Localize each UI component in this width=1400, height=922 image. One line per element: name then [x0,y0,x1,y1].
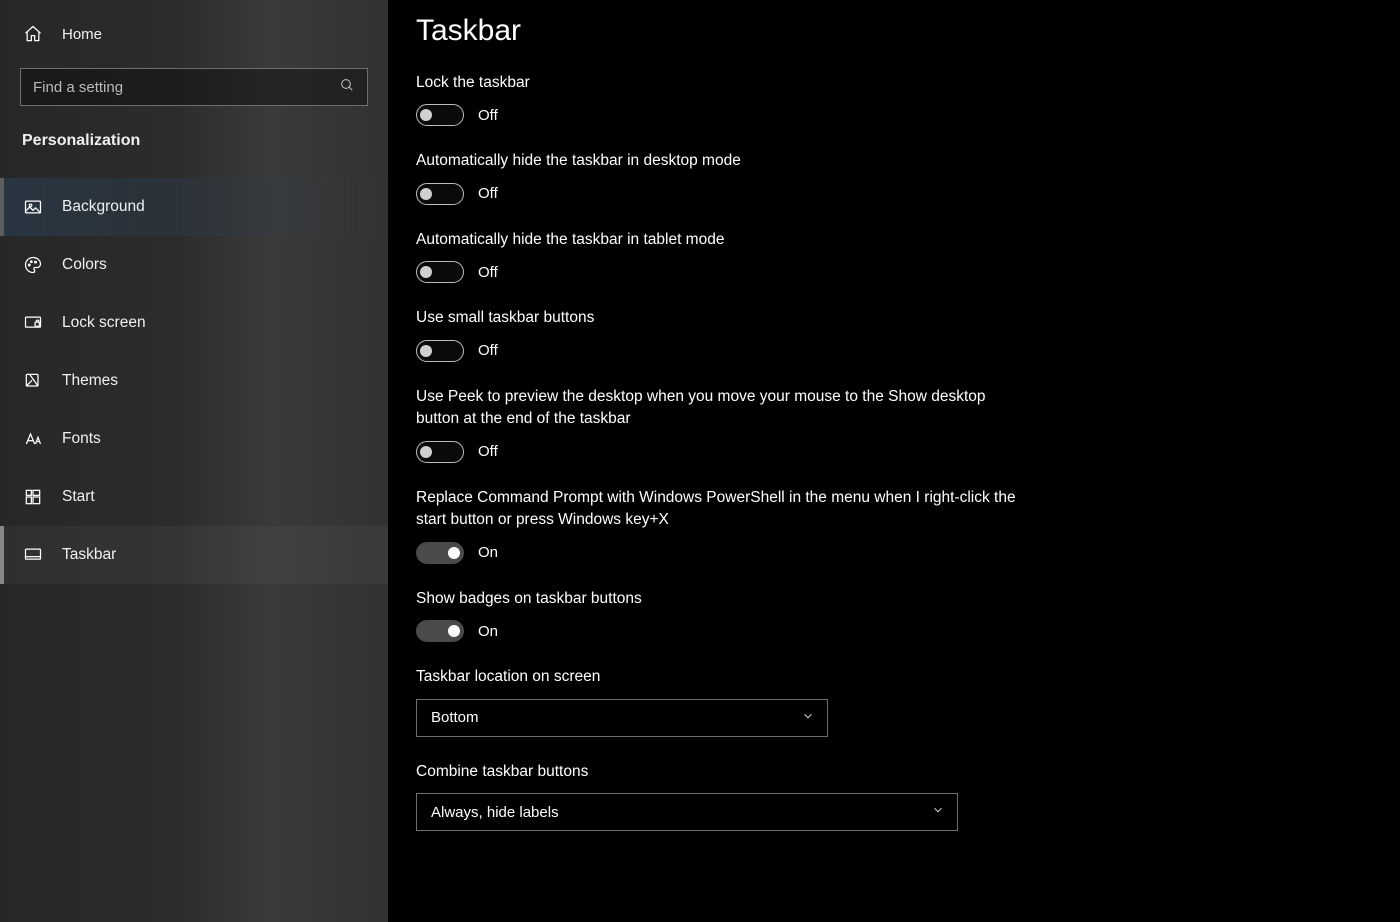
setting-description: Taskbar location on screen [416,666,1016,688]
sidebar-item-label: Lock screen [62,314,146,332]
search-box[interactable] [20,68,368,106]
sidebar-item-background[interactable]: Background [0,178,388,236]
search-icon [339,77,357,97]
image-icon [22,196,44,218]
chevron-down-icon [801,709,815,727]
setting-combine: Combine taskbar buttons Always, hide labe… [416,761,1016,831]
dropdown-combine[interactable]: Always, hide labels [416,793,958,831]
toggle-state-label: Off [478,185,498,202]
page-title: Taskbar [416,14,1360,48]
toggle-state-label: Off [478,107,498,124]
nav-list: Background Colors Lock screen Themes [0,178,388,584]
setting-powershell: Replace Command Prompt with Windows Powe… [416,487,1016,564]
setting-lock: Lock the taskbar Off [416,72,1016,126]
sidebar-item-label: Colors [62,256,107,274]
toggle-peek[interactable] [416,441,464,463]
sidebar-item-label: Themes [62,372,118,390]
chevron-down-icon [931,803,945,821]
sidebar: Home Personalization Background [0,0,388,922]
toggle-settings: Lock the taskbar Off Automatically hide th… [416,72,1360,642]
sidebar-item-start[interactable]: Start [0,468,388,526]
themes-icon [22,370,44,392]
toggle-knob [420,109,432,121]
toggle-knob [420,345,432,357]
toggle-knob [448,547,460,559]
setting-description: Replace Command Prompt with Windows Powe… [416,487,1016,532]
setting-description: Use Peek to preview the desktop when you… [416,386,1016,431]
sidebar-item-label: Fonts [62,430,101,448]
toggle-knob [420,266,432,278]
sidebar-item-colors[interactable]: Colors [0,236,388,294]
search-container [0,60,388,112]
setting-description: Use small taskbar buttons [416,307,1016,329]
sidebar-item-label: Taskbar [62,546,116,564]
toggle-knob [420,446,432,458]
nav-home-label: Home [62,26,102,43]
sidebar-item-label: Start [62,488,95,506]
toggle-autohide_desktop[interactable] [416,183,464,205]
setting-description: Lock the taskbar [416,72,1016,94]
setting-autohide_desktop: Automatically hide the taskbar in deskto… [416,150,1016,204]
dropdown-value: Bottom [431,709,479,726]
setting-small_buttons: Use small taskbar buttons Off [416,307,1016,361]
toggle-state-label: On [478,544,498,561]
sidebar-item-fonts[interactable]: Fonts [0,410,388,468]
setting-badges: Show badges on taskbar buttons On [416,588,1016,642]
toggle-state-label: On [478,623,498,640]
sidebar-item-taskbar[interactable]: Taskbar [0,526,388,584]
setting-description: Automatically hide the taskbar in tablet… [416,229,1016,251]
sidebar-item-lockscreen[interactable]: Lock screen [0,294,388,352]
toggle-powershell[interactable] [416,542,464,564]
toggle-state-label: Off [478,264,498,281]
setting-peek: Use Peek to preview the desktop when you… [416,386,1016,463]
toggle-lock[interactable] [416,104,464,126]
setting-description: Automatically hide the taskbar in deskto… [416,150,1016,172]
taskbar-icon [22,544,44,566]
setting-location: Taskbar location on screen Bottom [416,666,1016,736]
setting-description: Show badges on taskbar buttons [416,588,1016,610]
setting-description: Combine taskbar buttons [416,761,1016,783]
toggle-knob [448,625,460,637]
settings-app: Home Personalization Background [0,0,1400,922]
toggle-badges[interactable] [416,620,464,642]
nav-home[interactable]: Home [0,8,388,60]
fonts-icon [22,428,44,450]
palette-icon [22,254,44,276]
toggle-knob [420,188,432,200]
search-input[interactable] [33,79,339,96]
start-icon [22,486,44,508]
home-icon [22,23,44,45]
dropdown-value: Always, hide labels [431,804,559,821]
section-title: Personalization [0,112,388,160]
toggle-autohide_tablet[interactable] [416,261,464,283]
main-pane: Taskbar Lock the taskbar Off Automatically… [388,0,1400,922]
setting-autohide_tablet: Automatically hide the taskbar in tablet… [416,229,1016,283]
toggle-state-label: Off [478,342,498,359]
sidebar-item-label: Background [62,198,145,216]
lockscreen-icon [22,312,44,334]
sidebar-item-themes[interactable]: Themes [0,352,388,410]
dropdown-settings: Taskbar location on screen Bottom Combine … [416,666,1360,831]
toggle-small_buttons[interactable] [416,340,464,362]
dropdown-location[interactable]: Bottom [416,699,828,737]
toggle-state-label: Off [478,443,498,460]
